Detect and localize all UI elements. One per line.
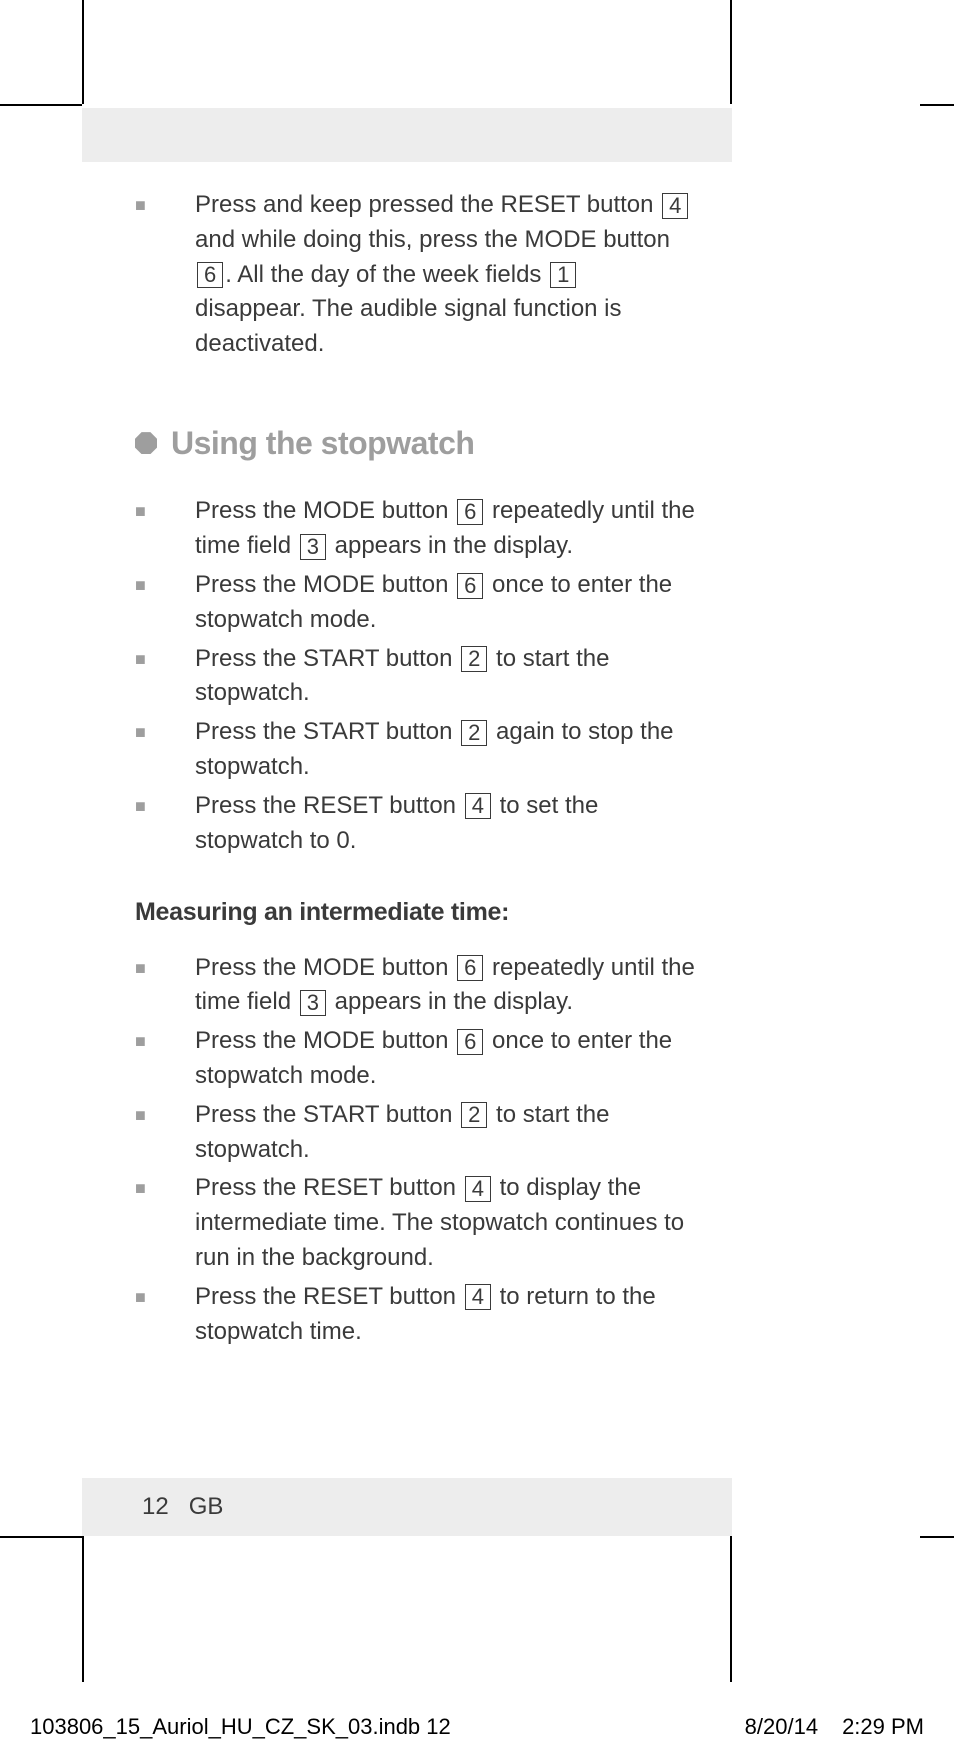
crop-mark [82,1536,84,1682]
bullet-icon: ■ [135,1024,195,1094]
page: ■ Press and keep pressed the RESET butto… [0,0,954,1760]
ref-box: 6 [197,262,223,288]
crop-mark [0,1536,82,1538]
list-item: ■ Press the RESET button 4 to set the st… [135,789,695,859]
item-text: Press the START button 2 again to stop t… [195,715,695,785]
language-code: GB [189,1493,224,1521]
item-text: Press the MODE button 6 once to enter th… [195,568,695,638]
ref-box: 4 [662,193,688,219]
bullet-icon: ■ [135,1098,195,1168]
list-item: ■ Press the MODE button 6 repeatedly unt… [135,951,695,1021]
item-text: Press and keep pressed the RESET button … [195,188,695,362]
crop-mark [730,1536,732,1682]
subheading: Measuring an intermediate time: [135,894,695,930]
crop-mark [0,104,82,106]
ref-box: 4 [465,1176,491,1202]
ref-box: 4 [465,793,491,819]
print-slug: 103806_15_Auriol_HU_CZ_SK_03.indb 12 8/2… [30,1714,924,1740]
body-content: ■ Press and keep pressed the RESET butto… [135,188,695,1353]
slug-time: 2:29 PM [842,1714,924,1740]
ref-box: 2 [461,720,487,746]
bullet-icon: ■ [135,1171,195,1275]
heading-text: Using the stopwatch [171,420,474,466]
list-item: ■ Press the START button 2 again to stop… [135,715,695,785]
crop-mark [730,0,732,104]
ref-box: 3 [300,990,326,1016]
bullet-icon: ■ [135,789,195,859]
item-text: Press the RESET button 4 to return to th… [195,1280,695,1350]
bullet-icon: ■ [135,951,195,1021]
bullet-icon: ■ [135,1280,195,1350]
crop-mark [82,0,84,104]
bullet-icon: ■ [135,494,195,564]
ref-box: 6 [457,1029,483,1055]
bullet-icon: ■ [135,188,195,362]
item-text: Press the START button 2 to start the st… [195,642,695,712]
bullet-icon: ■ [135,568,195,638]
item-text: Press the RESET button 4 to display the … [195,1171,695,1275]
item-text: Press the MODE button 6 once to enter th… [195,1024,695,1094]
item-text: Press the MODE button 6 repeatedly until… [195,494,695,564]
section-heading: Using the stopwatch [135,420,695,466]
list-item: ■ Press the MODE button 6 once to enter … [135,1024,695,1094]
crop-mark [920,1536,954,1538]
list-item: ■ Press the RESET button 4 to display th… [135,1171,695,1275]
ref-box: 6 [457,955,483,981]
list-item: ■ Press the RESET button 4 to return to … [135,1280,695,1350]
list-item: ■ Press and keep pressed the RESET butto… [135,188,695,362]
list-item: ■ Press the MODE button 6 repeatedly unt… [135,494,695,564]
ref-box: 2 [461,646,487,672]
crop-mark [920,104,954,106]
list-item: ■ Press the MODE button 6 once to enter … [135,568,695,638]
bullet-icon: ■ [135,715,195,785]
bullet-icon: ■ [135,642,195,712]
item-text: Press the RESET button 4 to set the stop… [195,789,695,859]
slug-filename: 103806_15_Auriol_HU_CZ_SK_03.indb 12 [30,1714,451,1740]
ref-box: 1 [550,262,576,288]
list-item: ■ Press the START button 2 to start the … [135,1098,695,1168]
ref-box: 2 [461,1102,487,1128]
ref-box: 4 [465,1284,491,1310]
item-text: Press the MODE button 6 repeatedly until… [195,951,695,1021]
slug-date: 8/20/14 [745,1714,818,1740]
ref-box: 6 [457,499,483,525]
item-text: Press the START button 2 to start the st… [195,1098,695,1168]
ref-box: 3 [300,534,326,560]
header-band [82,108,732,162]
list-item: ■ Press the START button 2 to start the … [135,642,695,712]
footer-band: 12 GB [82,1478,732,1536]
octagon-icon [135,432,157,454]
page-number: 12 [142,1493,169,1521]
ref-box: 6 [457,573,483,599]
